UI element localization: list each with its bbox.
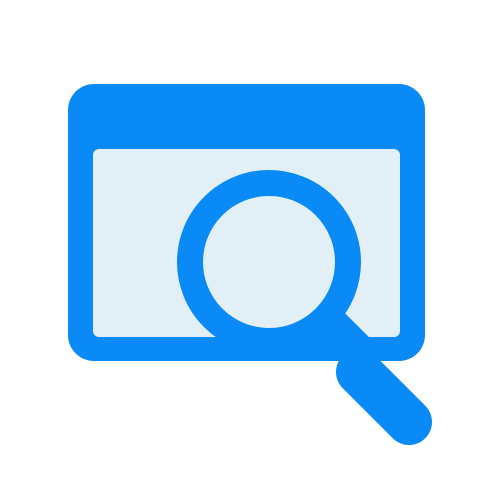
icon-canvas [0, 0, 500, 500]
magnifier-handle [336, 349, 432, 445]
magnifier-lens [203, 196, 335, 328]
browser-search-icon [68, 84, 432, 445]
